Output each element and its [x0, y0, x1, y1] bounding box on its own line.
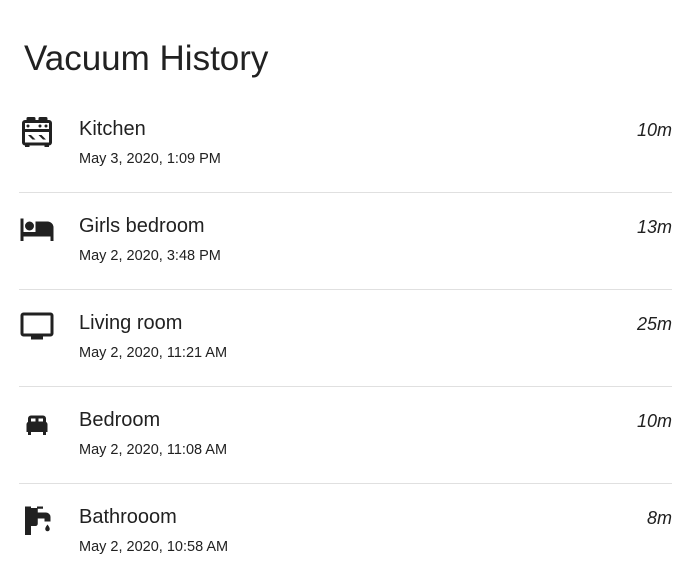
history-list: Kitchen May 3, 2020, 1:09 PM 10m Girls b… — [19, 96, 672, 580]
room-name: Girls bedroom — [79, 215, 205, 237]
room-name: Bathrooom — [79, 506, 177, 528]
bed-icon — [19, 211, 55, 247]
entry-duration: 13m — [636, 217, 672, 237]
entry-timestamp: May 2, 2020, 3:48 PM — [79, 248, 221, 264]
card-title: Vacuum History — [24, 39, 269, 78]
vacuum-history-card: Vacuum History Kitchen May 3, 2020, 1:09… — [0, 0, 695, 567]
history-entry-bathroom[interactable]: Bathrooom May 2, 2020, 10:58 AM 8m — [19, 484, 672, 580]
faucet-icon — [19, 502, 55, 538]
history-entry-kitchen[interactable]: Kitchen May 3, 2020, 1:09 PM 10m — [19, 96, 672, 193]
bed-empty-icon — [19, 405, 55, 441]
room-name: Kitchen — [79, 118, 146, 140]
entry-timestamp: May 3, 2020, 1:09 PM — [79, 151, 221, 167]
history-entry-girls-bedroom[interactable]: Girls bedroom May 2, 2020, 3:48 PM 13m — [19, 193, 672, 290]
entry-duration: 25m — [636, 314, 672, 334]
room-name: Living room — [79, 312, 183, 334]
entry-duration: 10m — [636, 411, 672, 431]
room-name: Bedroom — [79, 409, 161, 431]
entry-duration: 8m — [646, 508, 672, 528]
stove-icon — [19, 114, 55, 150]
entry-timestamp: May 2, 2020, 11:21 AM — [79, 345, 228, 361]
history-entry-living-room[interactable]: Living room May 2, 2020, 11:21 AM 25m — [19, 290, 672, 387]
entry-duration: 10m — [636, 120, 672, 140]
entry-timestamp: May 2, 2020, 10:58 AM — [79, 539, 229, 555]
entry-timestamp: May 2, 2020, 11:08 AM — [79, 442, 228, 458]
television-icon — [19, 308, 55, 344]
history-entry-bedroom[interactable]: Bedroom May 2, 2020, 11:08 AM 10m — [19, 387, 672, 484]
